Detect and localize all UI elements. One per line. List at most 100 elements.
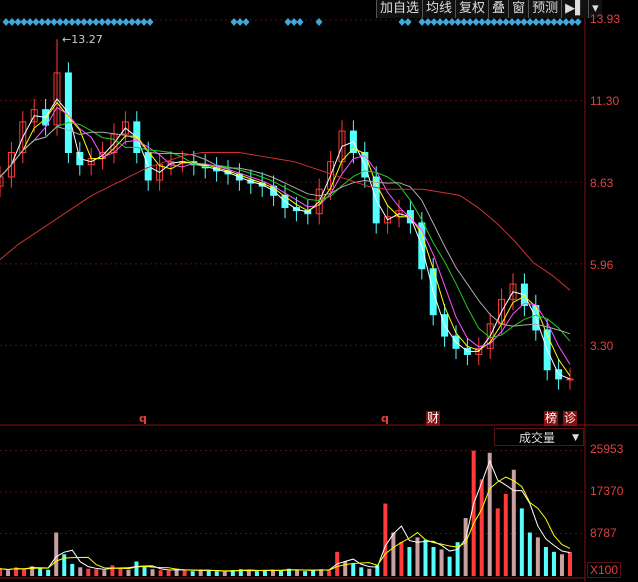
signal-diamond-icon [538,18,546,26]
volume-bar [503,493,508,576]
volume-bar [142,566,147,576]
volume-bar [254,571,259,576]
volume-bar [399,542,404,576]
signal-diamond-icon [398,18,406,26]
moving-average-line [0,98,571,380]
signal-diamond-icon [80,18,88,26]
signal-diamond-icon [140,18,148,26]
volume-bar [383,503,388,576]
volume-bar [70,563,75,576]
volume-bar [214,571,219,576]
volume-bar [78,567,83,576]
signal-diamond-icon [38,18,46,26]
price-tick: 3.30 [590,339,614,353]
volume-bar [94,569,99,576]
volume-bar [439,549,444,576]
signal-diamond-icon [496,18,504,26]
signal-diamond-icon [526,18,534,26]
signal-diamond-icon [20,18,28,26]
signal-diamond-icon [556,18,564,26]
signal-diamond-icon [484,18,492,26]
signal-diamond-icon [466,18,474,26]
adjust-rights-button[interactable]: 复权 [455,0,489,18]
forecast-button[interactable]: 预测 [528,0,562,18]
volume-bar [543,547,548,576]
volume-bar [222,571,227,576]
moving-average-button[interactable]: 均线 [422,0,456,18]
long-moving-average-line [0,151,571,291]
volume-bar [359,567,364,576]
signal-diamond-icon [116,18,124,26]
indicator-label: 成交量 [519,431,556,445]
volume-bar [447,556,452,576]
event-marker-q[interactable]: q [139,412,147,425]
signal-diamond-icon [478,18,486,26]
volume-bar [62,554,67,576]
volume-bar [367,568,372,576]
volume-bar [166,570,171,576]
volume-tick: 8787 [590,526,617,540]
finance-marker[interactable]: 财 [426,411,441,426]
signal-diamond-icon [62,18,70,26]
volume-bar [407,547,412,576]
signal-diamond-icon [550,18,558,26]
moving-average-line [0,125,571,335]
stock-chart[interactable] [0,0,638,582]
candle-body [566,378,574,381]
price-tick: 11.30 [590,94,620,108]
volume-ma-line [0,459,571,572]
moving-average-line [0,101,571,377]
volume-bar [511,469,516,576]
price-tick: 8.63 [590,176,614,190]
signal-diamond-icon [236,18,244,26]
add-watchlist-button[interactable]: 加自选 [376,0,423,18]
volume-bar [150,569,155,576]
signal-diamond-icon [532,18,540,26]
volume-bar [182,570,187,576]
signal-diamond-icon [472,18,480,26]
volume-bar [487,452,492,576]
volume-bar [551,551,556,576]
signal-diamond-icon [86,18,94,26]
signal-diamond-icon [544,18,552,26]
volume-bar [463,518,468,576]
volume-bar [118,568,123,576]
volume-bar [134,561,139,576]
volume-tick: 17370 [590,484,624,498]
expand-icon[interactable]: ▶▌ [561,0,589,18]
signal-diamond-icon [56,18,64,26]
diagnosis-marker[interactable]: 诊 [563,411,578,426]
signal-diamond-icon [424,18,432,26]
signal-diamond-icon [92,18,100,26]
volume-bar [54,532,59,576]
event-marker-q[interactable]: q [381,412,389,425]
volume-bar [559,554,564,576]
signal-diamond-icon [568,18,576,26]
volume-bar [46,569,51,576]
price-tick: 5.96 [590,258,614,272]
volume-indicator-select[interactable]: 成交量 ▼ [494,428,584,446]
volume-bar [126,569,131,576]
signal-diamond-icon [14,18,22,26]
volume-tick: 25953 [590,442,624,456]
signal-diamond-icon [50,18,58,26]
volume-bar [0,568,2,576]
signal-diamond-icon [508,18,516,26]
volume-bar [6,570,11,576]
signal-diamond-icon [502,18,510,26]
signal-diamond-icon [134,18,142,26]
max-price-value: 13.27 [71,33,103,46]
volume-bar [415,537,420,576]
volume-bar [278,570,283,576]
volume-ma-line [0,476,571,572]
overlay-button[interactable]: 叠 [488,0,509,18]
window-button[interactable]: 窗 [508,0,529,18]
signal-diamond-icon [284,18,292,26]
volume-bar [495,508,500,576]
signal-diamond-icon [290,18,298,26]
volume-bar [102,570,107,576]
signal-diamond-icon [146,18,154,26]
ranking-marker[interactable]: 榜 [544,411,559,426]
signal-diamond-icon [104,18,112,26]
signal-diamond-icon [562,18,570,26]
